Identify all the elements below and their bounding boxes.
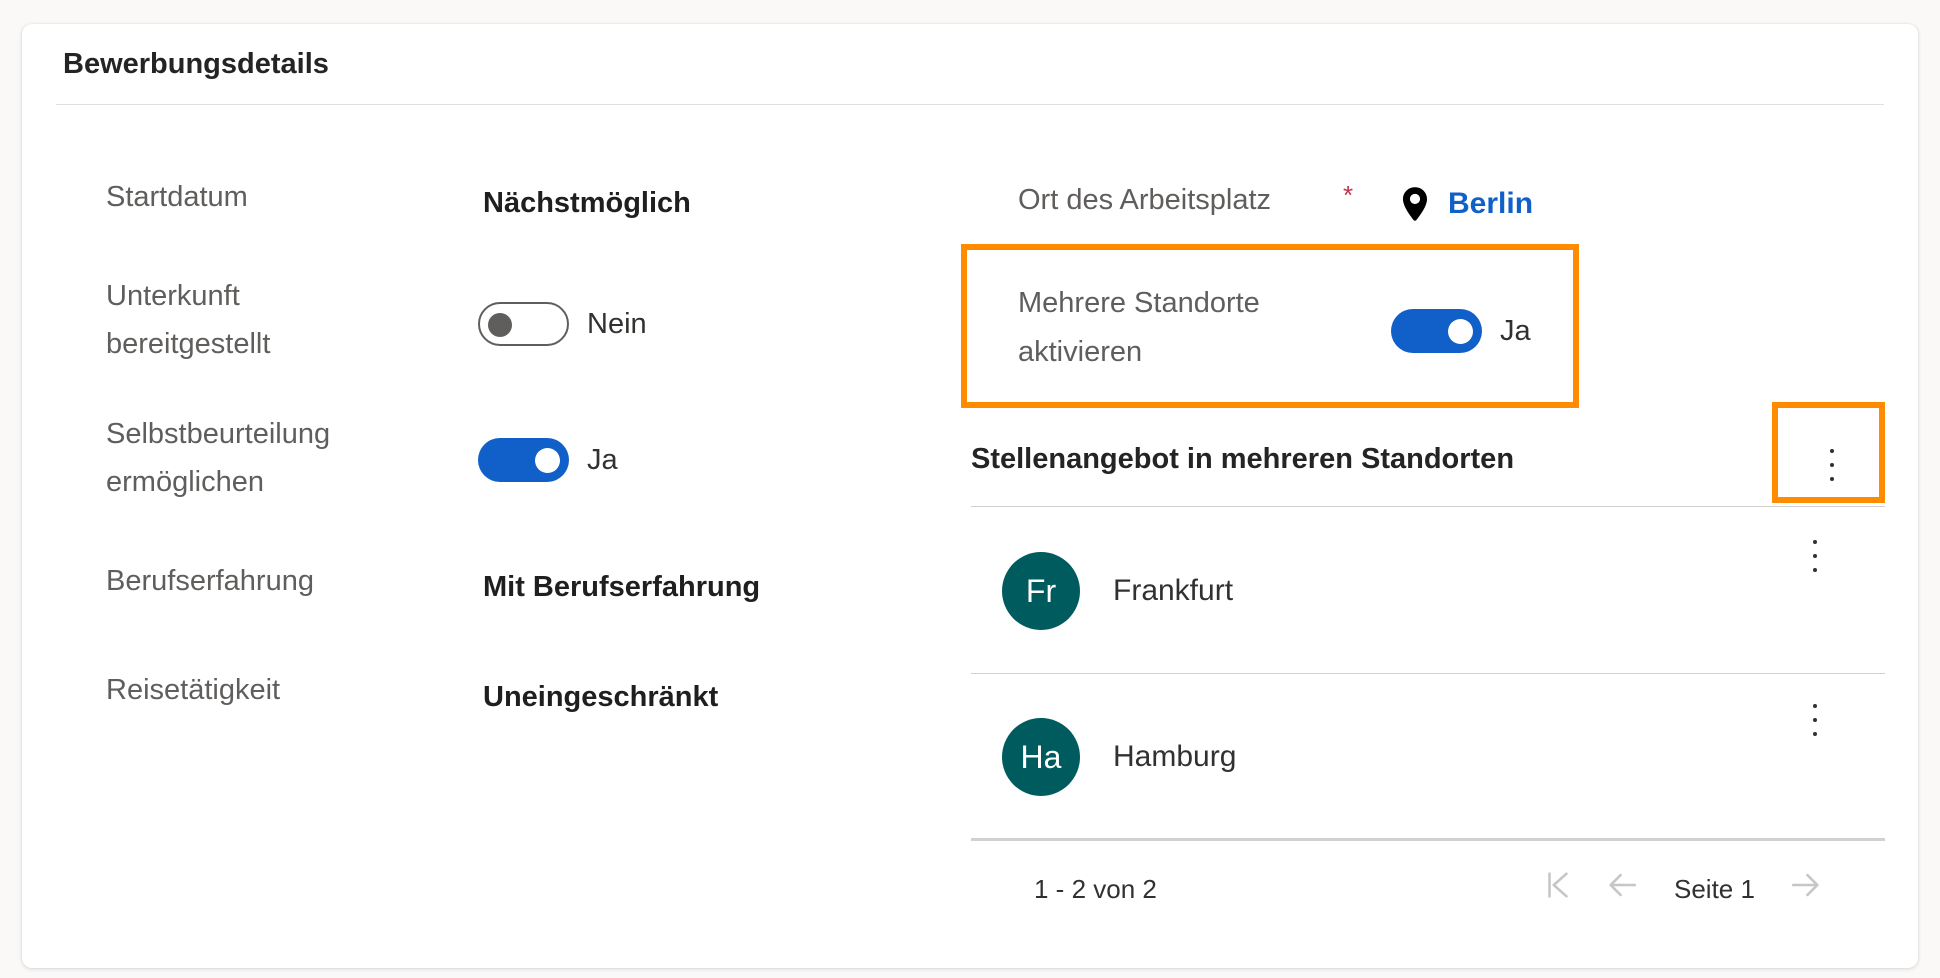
mehrere-standorte-toggle[interactable] <box>1391 309 1482 353</box>
berufserfahrung-value[interactable]: Mit Berufserfahrung <box>483 571 760 604</box>
startdatum-label: Startdatum <box>106 181 248 213</box>
pager-page-label: Seite 1 <box>1674 874 1755 904</box>
avatar: Ha <box>1002 718 1080 796</box>
row-more-icon[interactable] <box>1805 700 1825 740</box>
subgrid-more-icon[interactable] <box>1822 445 1842 485</box>
berufserfahrung-label: Berufserfahrung <box>106 565 314 597</box>
unterkunft-label-line2: bereitgestellt <box>106 328 271 360</box>
selbstbeurteilung-toggle-text: Ja <box>587 443 618 476</box>
required-asterisk: * <box>1343 180 1354 210</box>
next-page-icon[interactable] <box>1789 868 1823 902</box>
list-item-name: Frankfurt <box>1113 574 1234 607</box>
toggle-knob <box>488 313 512 337</box>
application-details-card <box>22 24 1918 968</box>
ort-value-link[interactable]: Berlin <box>1448 187 1533 221</box>
toggle-knob <box>1448 319 1473 344</box>
card-title: Bewerbungsdetails <box>63 48 329 80</box>
pager-divider <box>971 838 1885 841</box>
list-item-name: Hamburg <box>1113 740 1237 773</box>
unterkunft-toggle-text: Nein <box>587 307 647 340</box>
previous-page-icon[interactable] <box>1605 868 1639 902</box>
mehrere-standorte-toggle-field: Ja <box>1391 309 1531 353</box>
selbstbeurteilung-toggle-field: Ja <box>478 438 618 482</box>
row-divider <box>971 673 1885 674</box>
subgrid-header-divider <box>971 506 1885 507</box>
unterkunft-toggle-field: Nein <box>478 302 647 346</box>
title-divider <box>56 104 1884 105</box>
unterkunft-label-line1: Unterkunft <box>106 280 240 312</box>
avatar: Fr <box>1002 552 1080 630</box>
unterkunft-toggle[interactable] <box>478 302 569 346</box>
startdatum-value[interactable]: Nächstmöglich <box>483 187 691 220</box>
mehrere-standorte-toggle-text: Ja <box>1500 314 1531 347</box>
selbstbeurteilung-label-line2: ermöglichen <box>106 466 264 498</box>
pager-range: 1 - 2 von 2 <box>1034 874 1157 904</box>
ort-label: Ort des Arbeitsplatz <box>1018 184 1272 216</box>
selbstbeurteilung-label-line1: Selbstbeurteilung <box>106 418 331 450</box>
reisetaetigkeit-value[interactable]: Uneingeschränkt <box>483 681 718 714</box>
toggle-knob <box>535 448 560 473</box>
row-more-icon[interactable] <box>1805 536 1825 576</box>
first-page-icon[interactable] <box>1541 868 1575 902</box>
selbstbeurteilung-toggle[interactable] <box>478 438 569 482</box>
mehrere-standorte-label-line2: aktivieren <box>1018 336 1143 368</box>
subgrid-heading: Stellenangebot in mehreren Standorten <box>971 443 1515 475</box>
map-pin-icon <box>1402 187 1428 221</box>
reisetaetigkeit-label: Reisetätigkeit <box>106 674 281 706</box>
mehrere-standorte-label-line1: Mehrere Standorte <box>1018 287 1260 319</box>
